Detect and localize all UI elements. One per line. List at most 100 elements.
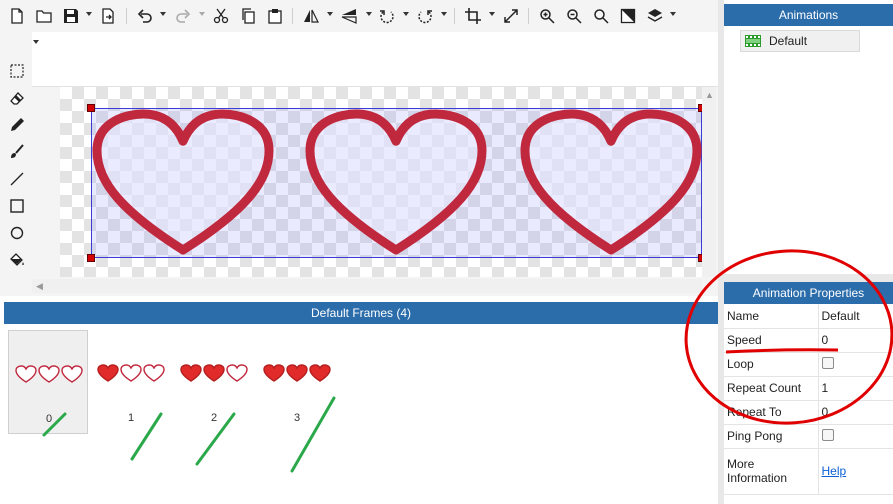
repeat-count-value-field[interactable]: 1	[818, 376, 893, 401]
canvas-area[interactable]: ▲ ◀	[32, 86, 718, 296]
frame-number: 0	[45, 413, 53, 425]
canvas-horizontal-scrollbar[interactable]: ◀	[32, 279, 702, 293]
filled-heart-icon	[309, 364, 331, 382]
help-cell: Help	[818, 448, 893, 495]
help-link[interactable]: Help	[822, 464, 847, 478]
scroll-up-icon[interactable]: ▲	[705, 91, 714, 100]
property-key: Ping Pong	[724, 424, 819, 449]
frame-1[interactable]: 1	[91, 330, 171, 434]
zoom-in-icon[interactable]	[536, 5, 558, 27]
property-row-ping-pong: Ping Pong	[724, 424, 893, 449]
empty-heart-icon	[15, 365, 37, 383]
cut-icon[interactable]	[210, 5, 232, 27]
frame-thumbnail	[263, 364, 331, 382]
export-icon[interactable]	[97, 5, 119, 27]
loop-cell	[818, 352, 893, 377]
canvas-vertical-scrollbar[interactable]: ▲	[702, 87, 716, 277]
ellipse-icon[interactable]	[6, 222, 28, 244]
frames-list: 0 1 2 3	[4, 324, 718, 504]
empty-heart-icon	[61, 365, 83, 383]
redo-icon[interactable]	[172, 5, 194, 27]
copy-icon[interactable]	[237, 5, 259, 27]
resize-handle-bottom-left[interactable]	[87, 254, 95, 262]
film-strip-icon	[745, 35, 761, 47]
toolbar-separator	[292, 8, 293, 24]
flip-horizontal-dropdown-icon[interactable]	[327, 12, 333, 16]
undo-icon[interactable]	[134, 5, 156, 27]
frame-number: 3	[293, 412, 301, 424]
flip-vertical-icon[interactable]	[338, 5, 360, 27]
brush-icon[interactable]	[6, 141, 28, 163]
toolbar-separator	[126, 8, 127, 24]
empty-heart-icon	[38, 365, 60, 383]
pencil-icon[interactable]	[6, 114, 28, 136]
marquee-select-icon[interactable]	[6, 60, 28, 82]
filled-heart-icon	[286, 364, 308, 382]
fill-bucket-icon[interactable]	[6, 249, 28, 271]
rectangle-icon[interactable]	[6, 195, 28, 217]
frame-3[interactable]: 3	[257, 330, 337, 434]
sprite-sheet-canvas[interactable]	[60, 87, 714, 277]
paste-icon[interactable]	[264, 5, 286, 27]
rotate-left-icon[interactable]	[376, 5, 398, 27]
repeat-to-value-field[interactable]: 0	[818, 400, 893, 425]
animations-panel-header: Animations	[724, 4, 893, 26]
property-row-repeat-count: Repeat Count 1	[724, 376, 893, 401]
property-key: Repeat Count	[724, 376, 819, 401]
frame-0[interactable]: 0	[8, 330, 88, 434]
zoom-out-icon[interactable]	[563, 5, 585, 27]
line-icon[interactable]	[6, 168, 28, 190]
loop-checkbox[interactable]	[821, 356, 834, 369]
layers-dropdown-icon[interactable]	[670, 12, 676, 16]
color-icon[interactable]	[617, 5, 639, 27]
property-row-more-information: More Information Help	[724, 448, 893, 495]
zoom-reset-icon[interactable]	[590, 5, 612, 27]
toolbar-separator	[528, 8, 529, 24]
crop-icon[interactable]	[462, 5, 484, 27]
main-toolbar	[0, 0, 718, 52]
rotate-right-icon[interactable]	[414, 5, 436, 27]
canvas-heart	[92, 109, 274, 255]
speed-value-field[interactable]: 0	[818, 328, 893, 353]
crop-dropdown-icon[interactable]	[489, 12, 495, 16]
save-icon[interactable]	[60, 5, 82, 27]
animations-list: Default	[724, 26, 893, 274]
flip-horizontal-icon[interactable]	[300, 5, 322, 27]
canvas-hearts	[92, 109, 702, 255]
rotate-right-dropdown-icon[interactable]	[441, 12, 447, 16]
right-panel-splitter[interactable]	[724, 274, 893, 282]
resize-icon[interactable]	[500, 5, 522, 27]
empty-heart-icon	[120, 364, 142, 382]
eraser-icon[interactable]	[6, 87, 28, 109]
property-key: More Information	[724, 448, 819, 495]
empty-heart-icon	[143, 364, 165, 382]
properties-panel-header: Animation Properties	[724, 282, 893, 304]
property-key: Speed	[724, 328, 819, 353]
property-row-repeat-to: Repeat To 0	[724, 400, 893, 425]
open-folder-icon[interactable]	[33, 5, 55, 27]
frame-thumbnail	[97, 364, 165, 382]
property-key: Repeat To	[724, 400, 819, 425]
ping-pong-checkbox[interactable]	[821, 428, 834, 441]
frame-number: 2	[210, 412, 218, 424]
name-value-field[interactable]: Default	[818, 304, 893, 329]
grid-dropdown-icon[interactable]	[33, 40, 39, 44]
ping-pong-cell	[818, 424, 893, 449]
animation-item-default[interactable]: Default	[740, 30, 860, 52]
frame-2[interactable]: 2	[174, 330, 254, 434]
filled-heart-icon	[203, 364, 225, 382]
layers-icon[interactable]	[644, 5, 666, 27]
redo-dropdown-icon[interactable]	[199, 12, 205, 16]
frames-panel-header: Default Frames (4)	[4, 302, 718, 324]
flip-vertical-dropdown-icon[interactable]	[366, 12, 372, 16]
rotate-left-dropdown-icon[interactable]	[403, 12, 409, 16]
save-dropdown-icon[interactable]	[86, 12, 92, 16]
undo-dropdown-icon[interactable]	[160, 12, 166, 16]
empty-heart-icon	[226, 364, 248, 382]
new-file-icon[interactable]	[6, 5, 28, 27]
filled-heart-icon	[97, 364, 119, 382]
tool-column	[0, 32, 32, 296]
frame-thumbnail	[180, 364, 248, 382]
resize-handle-top-left[interactable]	[87, 104, 95, 112]
scroll-left-icon[interactable]: ◀	[36, 282, 43, 291]
